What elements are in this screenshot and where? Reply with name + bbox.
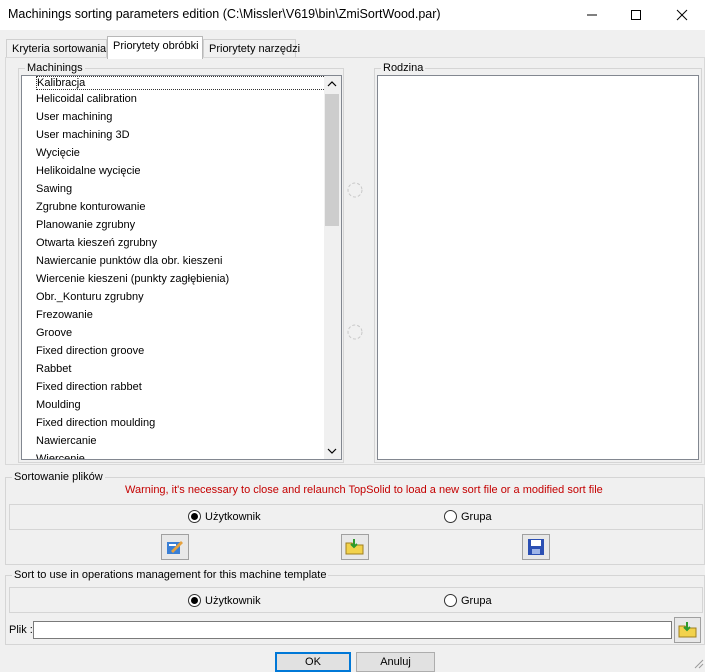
radio-label: Grupa	[461, 510, 492, 523]
sort-files-group: Sortowanie plików Warning, it's necessar…	[5, 470, 705, 565]
radio-checked-icon	[188, 594, 201, 607]
machine-template-label: Sort to use in operations management for…	[12, 568, 329, 582]
move-left-button[interactable]	[344, 321, 366, 343]
sort-files-user-radio[interactable]: Użytkownik	[188, 510, 261, 523]
edit-file-icon	[167, 541, 183, 554]
sort-files-label: Sortowanie plików	[12, 470, 105, 484]
scroll-up-icon[interactable]	[327, 80, 337, 88]
list-item[interactable]: Fixed direction groove	[22, 342, 341, 360]
family-list[interactable]	[377, 75, 699, 460]
radio-label: Użytkownik	[205, 594, 261, 607]
open-folder-icon	[678, 622, 696, 638]
close-icon	[676, 9, 688, 21]
maximize-icon	[631, 10, 641, 20]
scroll-down-icon[interactable]	[327, 447, 337, 455]
radio-unchecked-icon	[444, 594, 457, 607]
radio-label: Grupa	[461, 594, 492, 607]
list-item[interactable]: Zgrubne konturowanie	[22, 198, 341, 216]
list-item[interactable]: Wiercenie kieszeni (punkty zagłębienia)	[22, 270, 341, 288]
file-label: Plik :	[9, 624, 33, 636]
close-button[interactable]	[659, 0, 705, 30]
restart-warning: Warning, it's necessary to close and rel…	[125, 484, 603, 496]
sort-files-options: Użytkownik Grupa	[9, 504, 703, 530]
machinings-group: Machinings Kalibracja Helicoidal calibrat…	[18, 61, 344, 463]
maximize-button[interactable]	[613, 0, 659, 30]
open-sort-file-button[interactable]	[341, 534, 369, 560]
list-item[interactable]: User machining	[22, 108, 341, 126]
list-item[interactable]: Helicoidal calibration	[22, 90, 341, 108]
list-item[interactable]: Wiercenie	[22, 450, 341, 459]
save-sort-file-button[interactable]	[522, 534, 550, 560]
tab-sort-criteria[interactable]: Kryteria sortowania	[6, 39, 107, 58]
list-item[interactable]: Groove	[22, 324, 341, 342]
radio-unchecked-icon	[444, 510, 457, 523]
window-title: Machinings sorting parameters edition (C…	[8, 7, 441, 21]
machine-template-user-radio[interactable]: Użytkownik	[188, 594, 261, 607]
machinings-label: Machinings	[25, 61, 85, 75]
family-label: Rodzina	[381, 61, 426, 75]
tab-label: Priorytety narzędzi	[209, 43, 301, 55]
tab-label: Priorytety obróbki	[113, 40, 199, 52]
machine-template-group-radio[interactable]: Grupa	[444, 594, 492, 607]
radio-checked-icon	[188, 510, 201, 523]
list-item[interactable]: Fixed direction rabbet	[22, 378, 341, 396]
save-icon	[528, 539, 544, 555]
machinings-items: Kalibracja Helicoidal calibration User mac…	[22, 76, 341, 459]
tab-machining-priorities[interactable]: Priorytety obróbki	[107, 36, 203, 59]
tab-panel: Machinings Kalibracja Helicoidal calibrat…	[5, 57, 705, 465]
move-right-button[interactable]	[344, 179, 366, 201]
radio-label: Użytkownik	[205, 510, 261, 523]
cancel-button[interactable]: Anuluj	[356, 652, 435, 672]
machinings-scrollbar[interactable]	[324, 76, 341, 459]
sort-files-group-radio[interactable]: Grupa	[444, 510, 492, 523]
tab-tool-priorities[interactable]: Priorytety narzędzi	[203, 39, 300, 58]
list-item[interactable]: Fixed direction moulding	[22, 414, 341, 432]
list-item[interactable]: Kalibracja	[36, 76, 336, 90]
minimize-button[interactable]	[569, 0, 615, 30]
tab-label: Kryteria sortowania	[12, 43, 107, 55]
list-item[interactable]: Wycięcie	[22, 144, 341, 162]
edit-sort-file-button[interactable]	[161, 534, 189, 560]
open-folder-icon	[345, 539, 364, 555]
machine-template-options: Użytkownik Grupa	[9, 587, 703, 613]
list-item[interactable]: Nawiercanie punktów dla obr. kieszeni	[22, 252, 341, 270]
title-bar: Machinings sorting parameters edition (C…	[0, 0, 705, 30]
list-item[interactable]: User machining 3D	[22, 126, 341, 144]
list-item[interactable]: Frezowanie	[22, 306, 341, 324]
list-item[interactable]: Nawiercanie	[22, 432, 341, 450]
family-group: Rodzina	[374, 61, 702, 463]
list-item[interactable]: Helikoidalne wycięcie	[22, 162, 341, 180]
list-item[interactable]: Sawing	[22, 180, 341, 198]
refresh-icon	[347, 182, 363, 198]
machinings-list[interactable]: Kalibracja Helicoidal calibration User mac…	[21, 75, 342, 460]
browse-file-button[interactable]	[674, 617, 701, 643]
file-path-input[interactable]	[33, 621, 672, 639]
list-item[interactable]: Otwarta kieszeń zgrubny	[22, 234, 341, 252]
ok-button[interactable]: OK	[275, 652, 351, 672]
resize-grip-icon[interactable]	[692, 657, 704, 669]
minimize-icon	[587, 14, 597, 16]
refresh-icon	[347, 324, 363, 340]
list-item[interactable]: Planowanie zgrubny	[22, 216, 341, 234]
list-item[interactable]: Obr._Konturu zgrubny	[22, 288, 341, 306]
scroll-thumb[interactable]	[325, 94, 339, 226]
list-item[interactable]: Moulding	[22, 396, 341, 414]
list-item[interactable]: Rabbet	[22, 360, 341, 378]
